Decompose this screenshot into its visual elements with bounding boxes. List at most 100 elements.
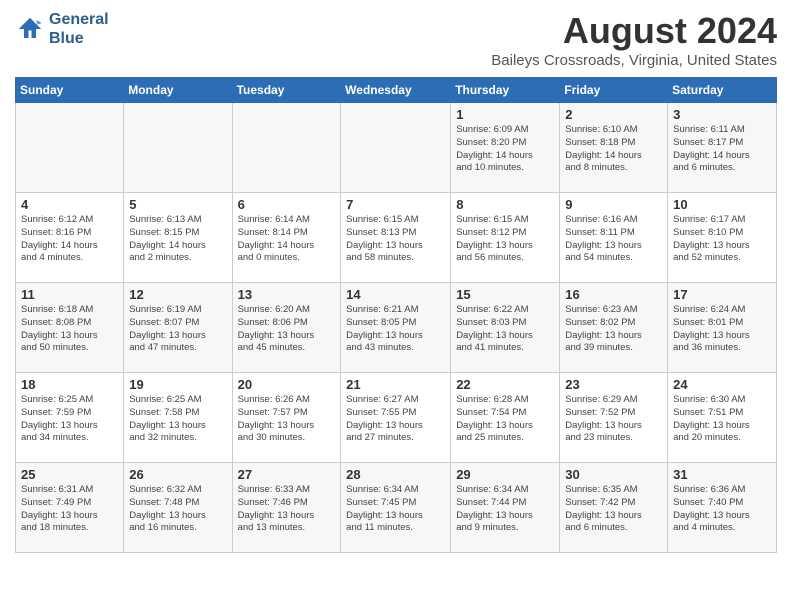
calendar-cell: 7 Sunrise: 6:15 AM Sunset: 8:13 PM Daylig… <box>341 193 451 283</box>
day-number: 7 <box>346 197 445 212</box>
location-subtitle: Baileys Crossroads, Virginia, United Sta… <box>491 52 777 69</box>
day-number: 30 <box>565 467 662 482</box>
calendar-cell: 19 Sunrise: 6:25 AM Sunset: 7:58 PM Dayli… <box>124 373 232 463</box>
day-number: 13 <box>238 287 336 302</box>
logo-text: General Blue <box>49 10 109 48</box>
calendar-cell: 6 Sunrise: 6:14 AM Sunset: 8:14 PM Daylig… <box>232 193 341 283</box>
day-number: 10 <box>673 197 771 212</box>
calendar-cell: 20 Sunrise: 6:26 AM Sunset: 7:57 PM Dayli… <box>232 373 341 463</box>
calendar-cell: 18Sunrise: 6:25 AM Sunset: 7:59 PM Dayli… <box>16 373 124 463</box>
calendar-cell: 17Sunrise: 6:24 AM Sunset: 8:01 PM Dayli… <box>668 283 777 373</box>
day-number: 6 <box>238 197 336 212</box>
column-header-thursday: Thursday <box>451 78 560 103</box>
column-header-sunday: Sunday <box>16 78 124 103</box>
calendar-cell <box>232 103 341 193</box>
calendar-cell: 2 Sunrise: 6:10 AM Sunset: 8:18 PM Daylig… <box>560 103 668 193</box>
day-info: Sunrise: 6:30 AM Sunset: 7:51 PM Dayligh… <box>673 394 771 445</box>
calendar-cell: 29Sunrise: 6:34 AM Sunset: 7:44 PM Dayli… <box>451 463 560 553</box>
day-number: 1 <box>456 107 554 122</box>
day-number: 25 <box>21 467 118 482</box>
calendar-header-row: SundayMondayTuesdayWednesdayThursdayFrid… <box>16 78 777 103</box>
day-info: Sunrise: 6:36 AM Sunset: 7:40 PM Dayligh… <box>673 484 771 535</box>
month-year-title: August 2024 <box>491 10 777 52</box>
day-info: Sunrise: 6:35 AM Sunset: 7:42 PM Dayligh… <box>565 484 662 535</box>
calendar-week-row: 4Sunrise: 6:12 AM Sunset: 8:16 PM Daylig… <box>16 193 777 283</box>
day-number: 9 <box>565 197 662 212</box>
day-number: 26 <box>129 467 226 482</box>
calendar-cell: 31 Sunrise: 6:36 AM Sunset: 7:40 PM Dayli… <box>668 463 777 553</box>
column-header-wednesday: Wednesday <box>341 78 451 103</box>
calendar-cell: 4Sunrise: 6:12 AM Sunset: 8:16 PM Daylig… <box>16 193 124 283</box>
day-number: 8 <box>456 197 554 212</box>
calendar-cell <box>16 103 124 193</box>
day-number: 22 <box>456 377 554 392</box>
day-info: Sunrise: 6:29 AM Sunset: 7:52 PM Dayligh… <box>565 394 662 445</box>
calendar-cell: 24 Sunrise: 6:30 AM Sunset: 7:51 PM Dayli… <box>668 373 777 463</box>
calendar-cell: 12Sunrise: 6:19 AM Sunset: 8:07 PM Dayli… <box>124 283 232 373</box>
day-number: 2 <box>565 107 662 122</box>
day-info: Sunrise: 6:09 AM Sunset: 8:20 PM Dayligh… <box>456 124 554 175</box>
day-number: 16 <box>565 287 662 302</box>
day-number: 19 <box>129 377 226 392</box>
title-block: August 2024 Baileys Crossroads, Virginia… <box>491 10 777 69</box>
calendar-cell <box>341 103 451 193</box>
column-header-saturday: Saturday <box>668 78 777 103</box>
day-info: Sunrise: 6:13 AM Sunset: 8:15 PM Dayligh… <box>129 214 226 265</box>
day-info: Sunrise: 6:24 AM Sunset: 8:01 PM Dayligh… <box>673 304 771 355</box>
calendar-cell: 26 Sunrise: 6:32 AM Sunset: 7:48 PM Dayli… <box>124 463 232 553</box>
day-info: Sunrise: 6:33 AM Sunset: 7:46 PM Dayligh… <box>238 484 336 535</box>
day-info: Sunrise: 6:25 AM Sunset: 7:58 PM Dayligh… <box>129 394 226 445</box>
day-info: Sunrise: 6:16 AM Sunset: 8:11 PM Dayligh… <box>565 214 662 265</box>
day-info: Sunrise: 6:23 AM Sunset: 8:02 PM Dayligh… <box>565 304 662 355</box>
day-info: Sunrise: 6:10 AM Sunset: 8:18 PM Dayligh… <box>565 124 662 175</box>
day-number: 27 <box>238 467 336 482</box>
day-number: 23 <box>565 377 662 392</box>
day-info: Sunrise: 6:31 AM Sunset: 7:49 PM Dayligh… <box>21 484 118 535</box>
day-number: 24 <box>673 377 771 392</box>
day-number: 31 <box>673 467 771 482</box>
calendar-cell: 1 Sunrise: 6:09 AM Sunset: 8:20 PM Daylig… <box>451 103 560 193</box>
day-info: Sunrise: 6:15 AM Sunset: 8:12 PM Dayligh… <box>456 214 554 265</box>
day-number: 15 <box>456 287 554 302</box>
column-header-friday: Friday <box>560 78 668 103</box>
day-number: 11 <box>21 287 118 302</box>
day-info: Sunrise: 6:21 AM Sunset: 8:05 PM Dayligh… <box>346 304 445 355</box>
calendar-cell: 5Sunrise: 6:13 AM Sunset: 8:15 PM Daylig… <box>124 193 232 283</box>
day-info: Sunrise: 6:17 AM Sunset: 8:10 PM Dayligh… <box>673 214 771 265</box>
logo-icon <box>15 14 45 44</box>
day-info: Sunrise: 6:12 AM Sunset: 8:16 PM Dayligh… <box>21 214 118 265</box>
day-info: Sunrise: 6:34 AM Sunset: 7:45 PM Dayligh… <box>346 484 445 535</box>
calendar-cell: 28 Sunrise: 6:34 AM Sunset: 7:45 PM Dayli… <box>341 463 451 553</box>
calendar-cell: 27 Sunrise: 6:33 AM Sunset: 7:46 PM Dayli… <box>232 463 341 553</box>
column-header-tuesday: Tuesday <box>232 78 341 103</box>
calendar-cell: 10 Sunrise: 6:17 AM Sunset: 8:10 PM Dayli… <box>668 193 777 283</box>
day-number: 3 <box>673 107 771 122</box>
calendar-cell: 9 Sunrise: 6:16 AM Sunset: 8:11 PM Daylig… <box>560 193 668 283</box>
day-number: 12 <box>129 287 226 302</box>
day-info: Sunrise: 6:32 AM Sunset: 7:48 PM Dayligh… <box>129 484 226 535</box>
calendar-cell: 21 Sunrise: 6:27 AM Sunset: 7:55 PM Dayli… <box>341 373 451 463</box>
logo: General Blue <box>15 10 109 48</box>
day-number: 28 <box>346 467 445 482</box>
calendar-cell: 25 Sunrise: 6:31 AM Sunset: 7:49 PM Dayli… <box>16 463 124 553</box>
day-info: Sunrise: 6:26 AM Sunset: 7:57 PM Dayligh… <box>238 394 336 445</box>
calendar-cell: 30 Sunrise: 6:35 AM Sunset: 7:42 PM Dayli… <box>560 463 668 553</box>
day-info: Sunrise: 6:27 AM Sunset: 7:55 PM Dayligh… <box>346 394 445 445</box>
day-info: Sunrise: 6:22 AM Sunset: 8:03 PM Dayligh… <box>456 304 554 355</box>
calendar-cell: 13Sunrise: 6:20 AM Sunset: 8:06 PM Dayli… <box>232 283 341 373</box>
calendar-table: SundayMondayTuesdayWednesdayThursdayFrid… <box>15 77 777 553</box>
calendar-week-row: 18Sunrise: 6:25 AM Sunset: 7:59 PM Dayli… <box>16 373 777 463</box>
calendar-cell: 11Sunrise: 6:18 AM Sunset: 8:08 PM Dayli… <box>16 283 124 373</box>
day-number: 14 <box>346 287 445 302</box>
day-info: Sunrise: 6:14 AM Sunset: 8:14 PM Dayligh… <box>238 214 336 265</box>
calendar-week-row: 25 Sunrise: 6:31 AM Sunset: 7:49 PM Dayli… <box>16 463 777 553</box>
day-number: 21 <box>346 377 445 392</box>
calendar-cell: 14 Sunrise: 6:21 AM Sunset: 8:05 PM Dayli… <box>341 283 451 373</box>
calendar-cell: 15 Sunrise: 6:22 AM Sunset: 8:03 PM Dayli… <box>451 283 560 373</box>
day-info: Sunrise: 6:15 AM Sunset: 8:13 PM Dayligh… <box>346 214 445 265</box>
day-number: 20 <box>238 377 336 392</box>
day-info: Sunrise: 6:11 AM Sunset: 8:17 PM Dayligh… <box>673 124 771 175</box>
calendar-cell: 3 Sunrise: 6:11 AM Sunset: 8:17 PM Daylig… <box>668 103 777 193</box>
calendar-cell: 8 Sunrise: 6:15 AM Sunset: 8:12 PM Daylig… <box>451 193 560 283</box>
day-info: Sunrise: 6:34 AM Sunset: 7:44 PM Dayligh… <box>456 484 554 535</box>
